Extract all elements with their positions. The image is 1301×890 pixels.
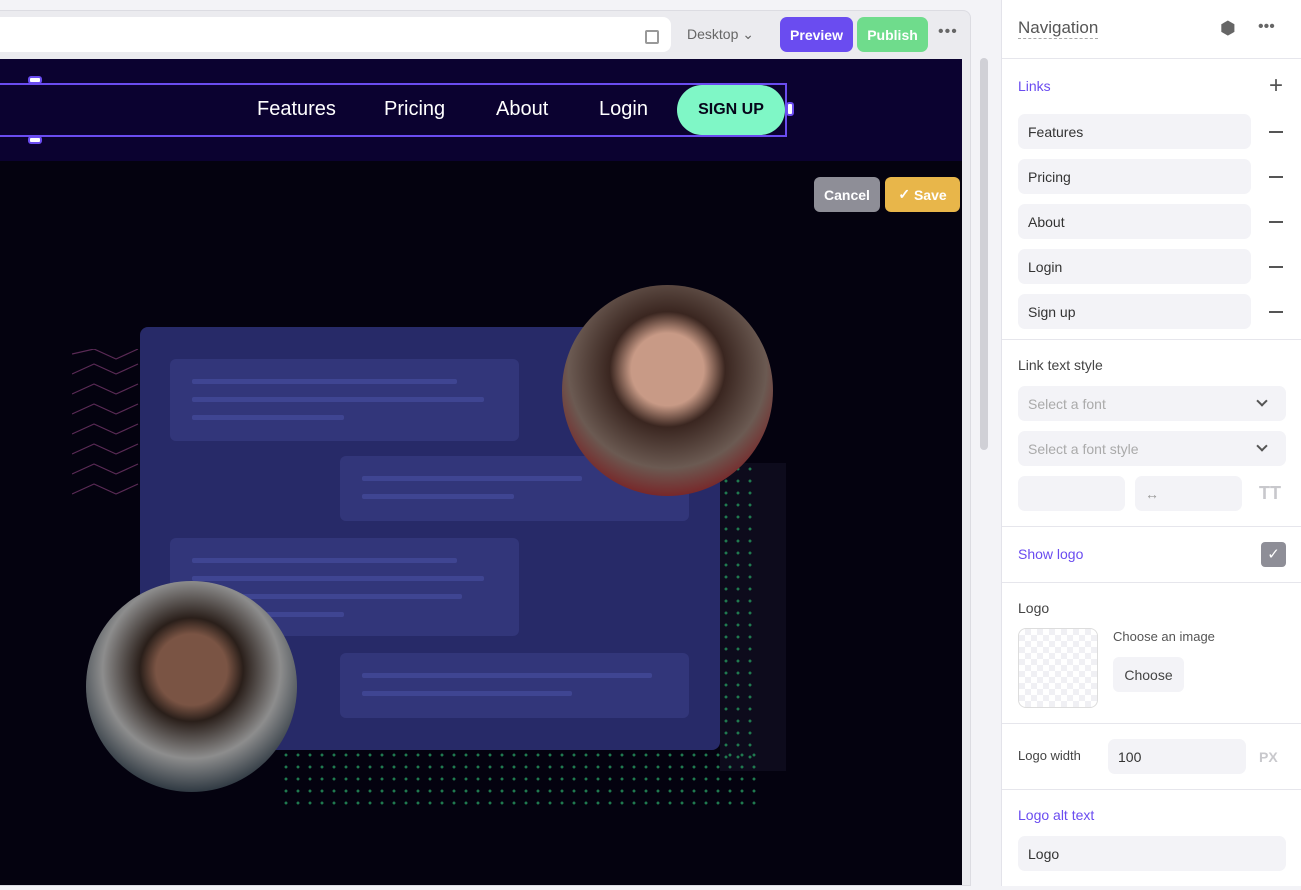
panel-title: Navigation bbox=[1018, 18, 1099, 39]
choose-image-label: Choose an image bbox=[1113, 629, 1215, 644]
publish-button[interactable]: Publish bbox=[857, 17, 928, 52]
letter-spacing-icon: ↔ bbox=[1145, 485, 1159, 502]
logo-label: Logo bbox=[1018, 600, 1050, 616]
link-item[interactable]: Features bbox=[1018, 114, 1251, 149]
man-avatar-photo bbox=[86, 581, 297, 792]
settings-panel: Navigation ⬢ ••• Links + Features Pricin… bbox=[1001, 0, 1301, 886]
text-transform-icon[interactable]: TT bbox=[1259, 483, 1281, 504]
font-style-placeholder: Select a font style bbox=[1028, 440, 1139, 457]
show-logo-label: Show logo bbox=[1018, 546, 1084, 562]
woman-avatar-photo bbox=[562, 285, 773, 496]
font-style-select[interactable]: Select a font style bbox=[1018, 431, 1286, 466]
cancel-button[interactable]: Cancel bbox=[814, 177, 880, 212]
canvas-scrollbar[interactable] bbox=[980, 58, 988, 450]
device-select[interactable]: Desktop ⌄ bbox=[687, 26, 754, 43]
save-label: Save bbox=[913, 186, 947, 203]
remove-link-icon[interactable] bbox=[1269, 131, 1283, 133]
chevron-down-icon bbox=[1256, 440, 1268, 452]
links-label: Links bbox=[1018, 78, 1051, 94]
link-item[interactable]: Pricing bbox=[1018, 159, 1251, 194]
unit-label: PX bbox=[1259, 749, 1278, 765]
logo-alt-input[interactable]: Logo bbox=[1018, 836, 1286, 871]
logo-width-label: Logo width bbox=[1018, 748, 1081, 763]
remove-link-icon[interactable] bbox=[1269, 176, 1283, 178]
url-bar[interactable] bbox=[0, 17, 671, 52]
choose-button[interactable]: Choose bbox=[1113, 657, 1184, 692]
letter-spacing-input[interactable]: ↔ bbox=[1135, 476, 1242, 511]
browser-frame: Desktop ⌄ Preview Publish ••• Features P… bbox=[0, 10, 971, 886]
link-text-style-label: Link text style bbox=[1018, 357, 1103, 373]
remove-link-icon[interactable] bbox=[1269, 221, 1283, 223]
link-item[interactable]: Sign up bbox=[1018, 294, 1251, 329]
page-canvas: Features Pricing About Login SIGN UP Can… bbox=[0, 59, 962, 885]
nav-link-features[interactable]: Features bbox=[257, 98, 336, 121]
font-size-input[interactable] bbox=[1018, 476, 1125, 511]
font-select[interactable]: Select a font bbox=[1018, 386, 1286, 421]
resize-handle-right[interactable] bbox=[786, 102, 794, 116]
nav-link-about[interactable]: About bbox=[496, 98, 548, 121]
more-icon[interactable]: ••• bbox=[1258, 18, 1275, 36]
resize-handle-top[interactable] bbox=[28, 76, 42, 84]
link-item[interactable]: Login bbox=[1018, 249, 1251, 284]
show-logo-checkbox[interactable]: ✓ bbox=[1261, 542, 1286, 567]
device-label: Desktop bbox=[687, 26, 739, 42]
preview-button[interactable]: Preview bbox=[780, 17, 853, 52]
dot-pattern bbox=[280, 749, 760, 809]
nav-link-login[interactable]: Login bbox=[599, 98, 648, 121]
site-navbar[interactable]: Features Pricing About Login SIGN UP bbox=[0, 59, 962, 161]
logo-alt-label: Logo alt text bbox=[1018, 807, 1095, 823]
save-button[interactable]: ✓ Save bbox=[885, 177, 960, 212]
logo-width-input[interactable]: 100 bbox=[1108, 739, 1246, 774]
dot-pattern bbox=[720, 463, 760, 763]
add-link-icon[interactable]: + bbox=[1269, 72, 1283, 100]
resize-handle-bottom[interactable] bbox=[28, 136, 42, 144]
remove-link-icon[interactable] bbox=[1269, 311, 1283, 313]
link-item[interactable]: About bbox=[1018, 204, 1251, 239]
chevron-down-icon bbox=[1256, 395, 1268, 407]
nav-link-pricing[interactable]: Pricing bbox=[384, 98, 445, 121]
signup-button[interactable]: SIGN UP bbox=[677, 85, 785, 135]
font-placeholder: Select a font bbox=[1028, 395, 1106, 412]
external-link-icon[interactable] bbox=[645, 30, 659, 44]
cube-icon[interactable]: ⬢ bbox=[1220, 18, 1236, 39]
remove-link-icon[interactable] bbox=[1269, 266, 1283, 268]
more-icon[interactable]: ••• bbox=[938, 23, 958, 41]
logo-preview[interactable] bbox=[1018, 628, 1098, 708]
zigzag-decoration bbox=[72, 349, 139, 495]
